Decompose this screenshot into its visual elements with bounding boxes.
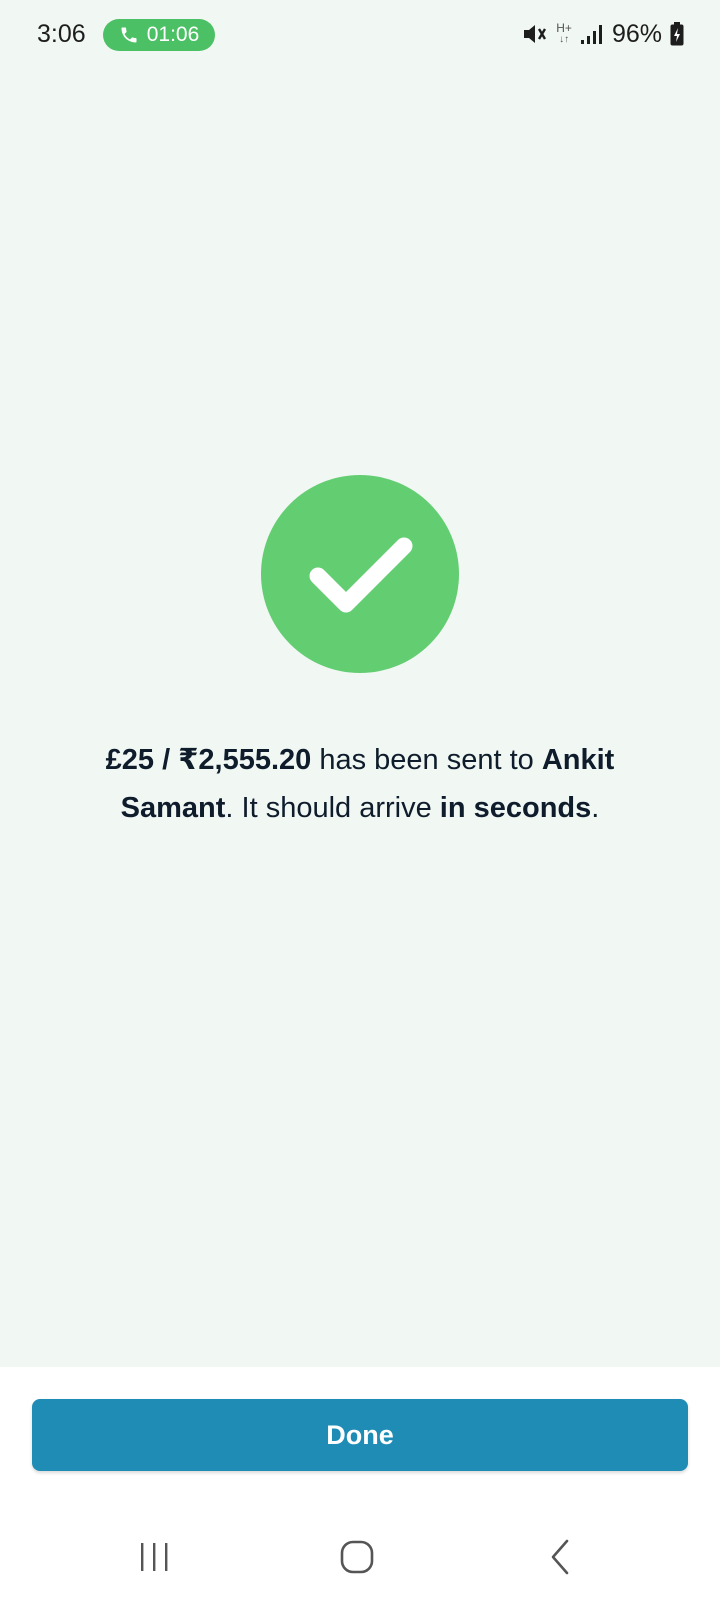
confirmation-message: £25 / ₹2,555.20 has been sent to Ankit S… [80,736,640,832]
vibrate-mute-icon [524,25,547,43]
status-time: 3:06 [37,20,86,48]
call-timer: 01:06 [146,23,200,46]
transfer-amount: £25 / ₹2,555.20 [105,744,312,776]
recent-apps-button[interactable] [124,1532,184,1582]
checkmark-icon [309,537,413,613]
battery-charging-icon [670,22,684,46]
back-icon [551,1539,569,1575]
ongoing-call-pill[interactable]: 01:06 [103,19,215,51]
battery-percent: 96% [611,19,662,48]
arrival-timing: in seconds [439,792,592,824]
done-button[interactable]: Done [32,1399,688,1471]
network-type: H+ ↓↑ [556,21,572,45]
back-button[interactable] [530,1532,590,1582]
recent-apps-icon [141,1543,168,1571]
system-nav-bar [0,1510,720,1600]
success-badge [261,475,459,673]
message-text-arrive: . It should arrive [225,792,440,824]
home-button[interactable] [327,1532,387,1582]
home-icon [340,1540,374,1574]
signal-icon [580,25,602,44]
status-bar: 3:06 01:06 H+ ↓↑ 96% [0,0,720,70]
message-text-sent: has been sent to [311,744,542,776]
message-text-end: . [591,792,600,824]
phone-icon [121,27,137,43]
